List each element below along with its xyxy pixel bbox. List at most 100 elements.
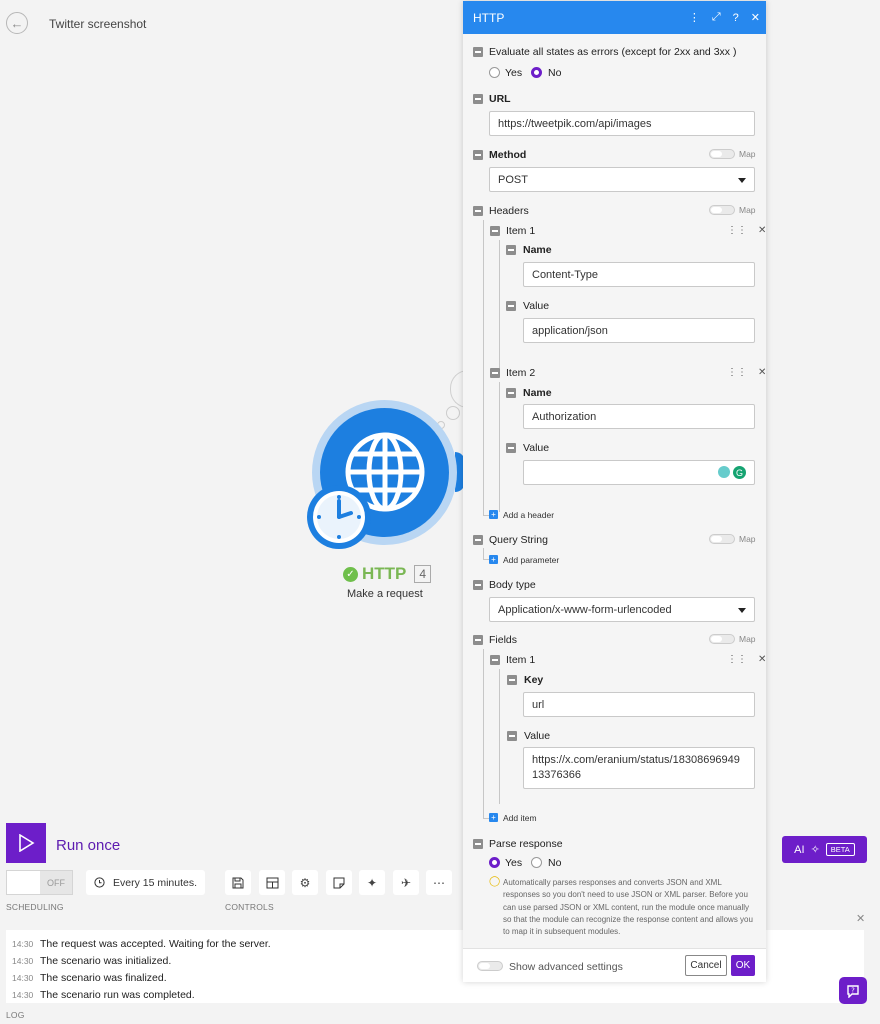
- more-button[interactable]: ⋯: [426, 870, 452, 895]
- run-once-button[interactable]: [6, 823, 46, 863]
- log-row: 14:30 The scenario run was completed.: [12, 988, 195, 1001]
- save-button[interactable]: [225, 870, 251, 895]
- collapse-checkbox[interactable]: [473, 150, 483, 160]
- sparkle-icon: ✧: [810, 844, 820, 856]
- collapse-checkbox[interactable]: [473, 94, 483, 104]
- header-1-value-input[interactable]: application/json: [523, 318, 755, 343]
- notes-button[interactable]: [326, 870, 352, 895]
- no-label: No: [548, 857, 562, 869]
- scenario-settings-button[interactable]: [259, 870, 285, 895]
- schedule-text: Every 15 minutes.: [113, 876, 198, 889]
- add-parameter-link[interactable]: Add parameter: [503, 555, 559, 565]
- collapse-checkbox[interactable]: [506, 388, 516, 398]
- cancel-button[interactable]: Cancel: [685, 955, 727, 976]
- add-header-link[interactable]: Add a header: [503, 510, 554, 520]
- add-header-plus-icon[interactable]: +: [489, 510, 498, 519]
- collapse-checkbox[interactable]: [473, 47, 483, 57]
- panel-icon: [266, 877, 278, 888]
- header-2-value-input[interactable]: G: [523, 460, 755, 485]
- header-2-name-input[interactable]: Authorization: [523, 404, 755, 429]
- ai-assistant-button[interactable]: AI ✧ BETA: [782, 836, 867, 863]
- fields-map-toggle[interactable]: Map: [709, 634, 756, 644]
- help-icon[interactable]: ?: [733, 12, 739, 24]
- evaluate-yes-radio[interactable]: [489, 67, 500, 78]
- schedule-setting[interactable]: Every 15 minutes.: [86, 870, 206, 895]
- advanced-settings-toggle[interactable]: [477, 961, 503, 971]
- tree-line: [499, 240, 500, 370]
- controls-caption: CONTROLS: [225, 902, 274, 912]
- check-icon: ✓: [343, 566, 358, 582]
- help-button[interactable]: ?: [839, 977, 867, 1004]
- parse-no-radio[interactable]: [531, 857, 542, 868]
- collapse-checkbox[interactable]: [506, 443, 516, 453]
- scheduling-toggle[interactable]: OFF: [6, 870, 73, 895]
- expand-icon[interactable]: ⤢: [712, 11, 721, 24]
- auto-align-button[interactable]: ✦: [359, 870, 385, 895]
- collapse-checkbox[interactable]: [490, 655, 500, 665]
- chevron-down-icon: [738, 608, 746, 613]
- connector-dot: [446, 406, 460, 420]
- collapse-checkbox[interactable]: [506, 245, 516, 255]
- add-item-link[interactable]: Add item: [503, 813, 537, 823]
- explain-flow-button[interactable]: ✈: [393, 870, 419, 895]
- method-map-toggle[interactable]: Map: [709, 149, 756, 159]
- lightbulb-icon[interactable]: [718, 466, 730, 478]
- headers-map-toggle[interactable]: Map: [709, 205, 756, 215]
- remove-item-icon[interactable]: ✕: [758, 225, 766, 236]
- panel-title: HTTP: [473, 10, 505, 25]
- field-key-input[interactable]: url: [523, 692, 755, 717]
- collapse-checkbox[interactable]: [473, 839, 483, 849]
- drag-handle-icon[interactable]: ⋮⋮: [727, 654, 747, 665]
- evaluate-no-radio[interactable]: [531, 67, 542, 78]
- kebab-menu-icon[interactable]: ⋮: [689, 11, 700, 24]
- drag-handle-icon[interactable]: ⋮⋮: [727, 367, 747, 378]
- collapse-checkbox[interactable]: [507, 731, 517, 741]
- back-button[interactable]: ←: [6, 12, 28, 34]
- collapse-checkbox[interactable]: [473, 206, 483, 216]
- drag-handle-icon[interactable]: ⋮⋮: [727, 225, 747, 236]
- add-parameter-plus-icon[interactable]: +: [489, 555, 498, 564]
- method-label: Method: [489, 149, 527, 161]
- module-name: HTTP: [362, 564, 407, 583]
- collapse-checkbox[interactable]: [490, 226, 500, 236]
- value-label: Value: [524, 730, 551, 742]
- collapse-checkbox[interactable]: [473, 535, 483, 545]
- help-chat-icon: ?: [847, 984, 859, 998]
- settings-button[interactable]: ⚙: [292, 870, 318, 895]
- log-caption: LOG: [6, 1010, 25, 1020]
- url-input[interactable]: https://tweetpik.com/api/images: [489, 111, 755, 136]
- advanced-settings-label[interactable]: Show advanced settings: [509, 961, 623, 973]
- remove-item-icon[interactable]: ✕: [758, 367, 766, 378]
- chevron-down-icon: [738, 178, 746, 183]
- grammarly-icon[interactable]: G: [733, 466, 746, 479]
- clock-icon[interactable]: [306, 484, 372, 550]
- close-log-icon[interactable]: ✕: [856, 912, 865, 925]
- yes-label: Yes: [505, 857, 523, 869]
- collapse-checkbox[interactable]: [490, 368, 500, 378]
- collapse-checkbox[interactable]: [507, 675, 517, 685]
- add-item-plus-icon[interactable]: +: [489, 813, 498, 822]
- ok-button[interactable]: OK: [731, 955, 755, 976]
- run-once-label[interactable]: Run once: [56, 837, 120, 854]
- collapse-checkbox[interactable]: [506, 301, 516, 311]
- header-1-name-input[interactable]: Content-Type: [523, 262, 755, 287]
- parse-response-label: Parse response: [489, 838, 563, 850]
- field-value-input[interactable]: https://x.com/eranium/status/18308696949…: [523, 747, 755, 789]
- module-subtitle: Make a request: [347, 588, 423, 600]
- no-label: No: [548, 67, 562, 79]
- arrow-left-icon: ←: [10, 15, 24, 31]
- close-icon[interactable]: ✕: [751, 11, 760, 24]
- body-type-label: Body type: [489, 579, 536, 591]
- beta-badge: BETA: [825, 843, 855, 856]
- parse-yes-radio[interactable]: [489, 857, 500, 868]
- collapse-checkbox[interactable]: [473, 635, 483, 645]
- remove-item-icon[interactable]: ✕: [758, 654, 766, 665]
- gear-icon: ⚙: [299, 875, 311, 890]
- query-map-toggle[interactable]: Map: [709, 534, 756, 544]
- collapse-checkbox[interactable]: [473, 580, 483, 590]
- http-settings-panel: HTTP ⋮ ⤢ ? ✕ Evaluate all states as erro…: [463, 1, 766, 982]
- evaluate-errors-label: Evaluate all states as errors (except fo…: [489, 46, 737, 58]
- method-select[interactable]: POST: [489, 167, 755, 192]
- url-label: URL: [489, 93, 511, 105]
- body-type-select[interactable]: Application/x-www-form-urlencoded: [489, 597, 755, 622]
